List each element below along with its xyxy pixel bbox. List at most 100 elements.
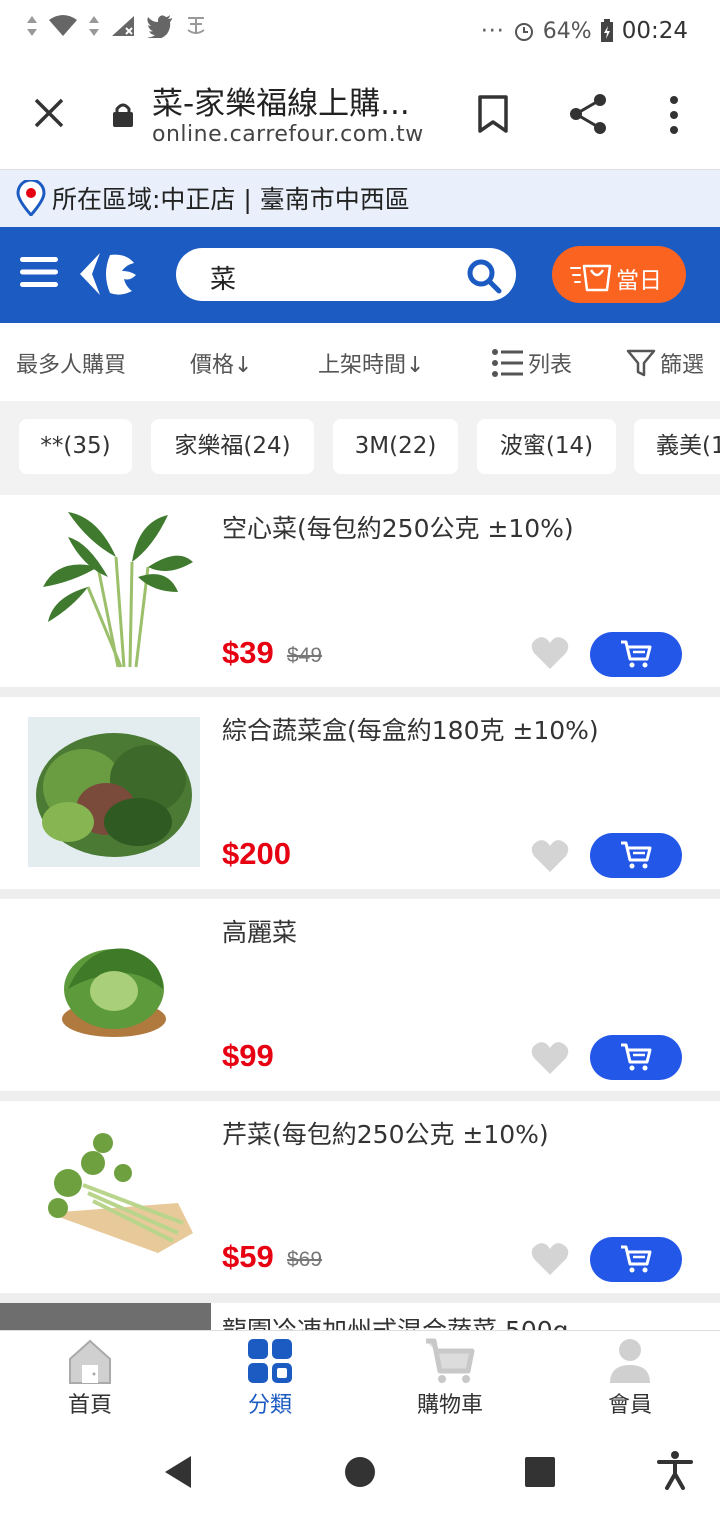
add-to-cart-button[interactable] bbox=[590, 1237, 682, 1282]
product-name[interactable]: 綜合蔬菜盒(每盒約180克 ±10%) bbox=[222, 711, 599, 747]
recents-icon[interactable] bbox=[525, 1457, 555, 1487]
home-icon bbox=[69, 1339, 111, 1384]
filter-label: 篩選 bbox=[660, 353, 705, 378]
list-view-label: 列表 bbox=[528, 353, 573, 378]
clock: 00:24 bbox=[621, 18, 688, 44]
product-image[interactable] bbox=[28, 507, 200, 672]
brand-chip[interactable]: 3M(22) bbox=[333, 419, 458, 474]
sort-newest[interactable]: 上架時間↓ bbox=[318, 347, 424, 379]
hamburger-menu-icon[interactable] bbox=[20, 255, 58, 289]
location-pin-icon bbox=[16, 180, 46, 216]
shopping-cart-icon bbox=[426, 1338, 475, 1383]
favorite-heart-icon[interactable] bbox=[530, 1241, 570, 1277]
cart-icon bbox=[621, 1043, 652, 1071]
location-text: 所在區域:中正店 | 臺南市中西區 bbox=[52, 185, 410, 214]
search-query: 菜 bbox=[210, 265, 237, 295]
sort-newest-label: 上架時間↓ bbox=[318, 353, 425, 378]
carrefour-logo-icon[interactable] bbox=[74, 249, 142, 299]
search-input[interactable]: 菜 bbox=[176, 248, 516, 301]
product-card[interactable]: 高麗菜 $99 bbox=[0, 899, 720, 1091]
cart-icon bbox=[621, 640, 652, 668]
add-to-cart-button[interactable] bbox=[590, 833, 682, 878]
product-image[interactable] bbox=[0, 1303, 211, 1330]
divider bbox=[0, 1091, 720, 1101]
search-icon[interactable] bbox=[466, 258, 502, 294]
divider bbox=[0, 889, 720, 899]
cart-icon bbox=[621, 841, 652, 869]
product-name[interactable]: 龍園冷凍加州式混合蔬菜 500g bbox=[222, 1311, 569, 1330]
product-original-price: $69 bbox=[287, 1248, 323, 1271]
browser-toolbar: 菜-家樂福線上購... online.carrefour.com.tw bbox=[0, 64, 720, 170]
location-bar[interactable]: 所在區域:中正店 | 臺南市中西區 bbox=[0, 170, 720, 227]
same-day-button[interactable]: 當日 bbox=[552, 246, 686, 303]
sort-popular[interactable]: 最多人購買 bbox=[16, 347, 126, 379]
favorite-heart-icon[interactable] bbox=[530, 635, 570, 671]
back-icon[interactable] bbox=[163, 1454, 193, 1490]
product-name[interactable]: 空心菜(每包約250公克 ±10%) bbox=[222, 509, 574, 545]
sort-price[interactable]: 價格↓ bbox=[190, 347, 252, 379]
favorite-heart-icon[interactable] bbox=[530, 1040, 570, 1076]
product-original-price: $49 bbox=[287, 644, 323, 667]
product-price: $59 bbox=[222, 1239, 274, 1274]
list-view-icon bbox=[492, 349, 523, 377]
sort-popular-label: 最多人購買 bbox=[16, 353, 127, 378]
home-circle-icon[interactable] bbox=[344, 1456, 376, 1488]
list-view-toggle[interactable]: 列表 bbox=[492, 347, 572, 379]
nav-home[interactable]: 首頁 bbox=[30, 1337, 150, 1419]
product-card[interactable]: 龍園冷凍加州式混合蔬菜 500g bbox=[0, 1303, 720, 1330]
brand-chip[interactable]: 家樂福(24) bbox=[151, 419, 314, 474]
favorite-heart-icon[interactable] bbox=[530, 838, 570, 874]
divider bbox=[0, 1293, 720, 1303]
battery-icon bbox=[600, 19, 613, 42]
brand-chip-bar: **(35) 家樂福(24) 3M(22) 波蜜(14) 義美(1 bbox=[0, 401, 720, 495]
product-image[interactable] bbox=[28, 1123, 200, 1273]
data-arrows-icon bbox=[27, 16, 37, 36]
nav-category-label: 分類 bbox=[247, 1393, 292, 1418]
product-name[interactable]: 芹菜(每包約250公克 ±10%) bbox=[222, 1115, 549, 1151]
brand-chip[interactable]: 義美(1 bbox=[634, 419, 720, 474]
nav-cart-label: 購物車 bbox=[416, 1393, 483, 1418]
product-card[interactable]: 芹菜(每包約250公克 ±10%) $59 $69 bbox=[0, 1101, 720, 1293]
close-icon[interactable] bbox=[28, 92, 70, 134]
member-avatar-icon bbox=[610, 1339, 650, 1383]
share-icon[interactable] bbox=[566, 92, 610, 136]
add-to-cart-button[interactable] bbox=[590, 1035, 682, 1080]
nav-cart[interactable]: 購物車 bbox=[390, 1337, 510, 1419]
divider bbox=[0, 687, 720, 697]
nav-member[interactable]: 會員 bbox=[570, 1337, 690, 1419]
lock-icon bbox=[113, 103, 133, 127]
add-to-cart-button[interactable] bbox=[590, 632, 682, 677]
product-card[interactable]: 綜合蔬菜盒(每盒約180克 ±10%) $200 bbox=[0, 697, 720, 889]
overflow-menu-icon[interactable] bbox=[662, 94, 686, 136]
page-title[interactable]: 菜-家樂福線上購... bbox=[152, 78, 410, 123]
sort-price-label: 價格↓ bbox=[190, 353, 253, 378]
status-bar: ··· 64% 00:24 bbox=[0, 0, 720, 64]
product-image[interactable] bbox=[28, 919, 200, 1069]
nav-home-label: 首頁 bbox=[67, 1393, 112, 1418]
bookmark-icon[interactable] bbox=[476, 94, 510, 134]
battery-percent: 64% bbox=[542, 18, 592, 44]
status-right: ··· 64% 00:24 bbox=[481, 18, 688, 44]
filter-button[interactable]: 篩選 bbox=[626, 347, 704, 379]
same-day-label: 當日 bbox=[616, 268, 662, 294]
site-header: 菜 當日 bbox=[0, 227, 720, 323]
wifi-icon bbox=[49, 15, 77, 36]
system-nav-bar bbox=[0, 1424, 720, 1520]
alarm-icon bbox=[514, 23, 533, 41]
bottom-nav: 首頁 分類 購物車 會員 bbox=[0, 1330, 720, 1424]
more-dots: ··· bbox=[480, 18, 505, 44]
sort-bar: 最多人購買 價格↓ 上架時間↓ 列表 篩選 bbox=[0, 323, 720, 401]
nav-member-label: 會員 bbox=[607, 1393, 652, 1418]
product-name[interactable]: 高麗菜 bbox=[222, 913, 297, 949]
brand-chip[interactable]: **(35) bbox=[19, 419, 132, 474]
cart-icon bbox=[621, 1245, 652, 1273]
product-image[interactable] bbox=[28, 717, 200, 867]
accessibility-icon[interactable] bbox=[657, 1450, 693, 1490]
product-price: $99 bbox=[222, 1038, 274, 1073]
brand-chip[interactable]: 波蜜(14) bbox=[477, 419, 616, 474]
nav-category[interactable]: 分類 bbox=[210, 1337, 330, 1419]
data-arrows-icon-2 bbox=[89, 16, 99, 36]
product-card[interactable]: 空心菜(每包約250公克 ±10%) $39 $49 bbox=[0, 495, 720, 687]
filter-icon bbox=[626, 349, 656, 377]
page-url[interactable]: online.carrefour.com.tw bbox=[152, 122, 424, 147]
